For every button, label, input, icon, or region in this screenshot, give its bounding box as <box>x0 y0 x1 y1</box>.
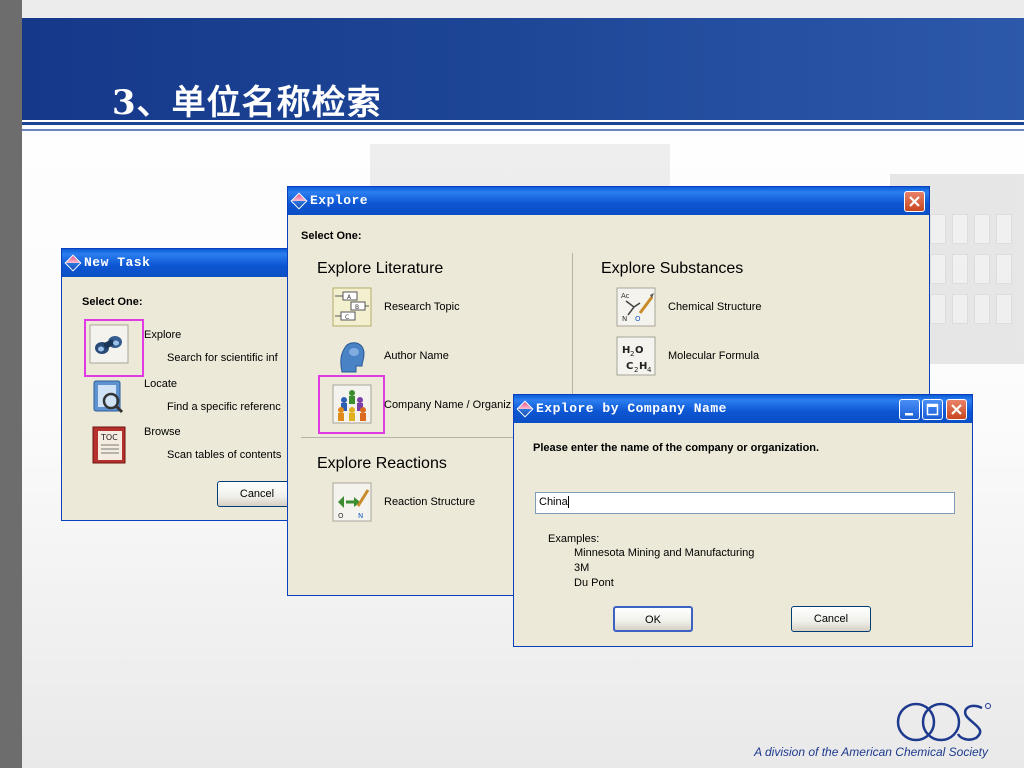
explore-highlight <box>84 319 144 377</box>
explore-description: Search for scientific inf <box>167 352 278 364</box>
new-task-window: New Task Select One: Explore Search for … <box>61 248 301 521</box>
new-task-select-label: Select One: <box>82 296 143 308</box>
minimize-button[interactable] <box>899 399 920 420</box>
toc-book-icon[interactable]: TOC <box>89 425 129 465</box>
reaction-structure-icon[interactable]: O N <box>332 482 372 522</box>
svg-text:Ac: Ac <box>621 292 630 300</box>
browse-label[interactable]: Browse <box>144 426 181 438</box>
research-topic-label[interactable]: Research Topic <box>384 301 460 313</box>
svg-text:N: N <box>358 512 363 520</box>
author-name-label[interactable]: Author Name <box>384 350 449 362</box>
header-rule-thin <box>22 129 1024 131</box>
close-button[interactable] <box>904 191 925 212</box>
company-dialog-prompt: Please enter the name of the company or … <box>533 442 820 454</box>
explore-literature-heading: Explore Literature <box>317 260 444 277</box>
slide-top-strip <box>22 0 1024 18</box>
explore-title: Explore <box>310 193 369 208</box>
svg-text:B: B <box>355 304 359 311</box>
cas-logo <box>896 700 996 749</box>
example-item: 3M <box>574 562 590 574</box>
company-name-highlight <box>318 375 385 434</box>
reaction-structure-label[interactable]: Reaction Structure <box>384 496 475 508</box>
chemical-structure-label[interactable]: Chemical Structure <box>668 301 762 313</box>
explore-label[interactable]: Explore <box>144 329 181 341</box>
example-item: Du Pont <box>574 577 614 589</box>
svg-text:C: C <box>626 361 633 372</box>
slide-left-bar <box>0 0 22 768</box>
svg-text:2: 2 <box>630 350 634 358</box>
chemical-structure-icon[interactable]: Ac N O <box>616 287 656 327</box>
explore-select-label: Select One: <box>301 230 362 242</box>
app-diamond-icon <box>290 192 308 210</box>
company-name-value: China <box>539 496 568 508</box>
company-dialog-title: Explore by Company Name <box>536 401 727 416</box>
explore-reactions-heading: Explore Reactions <box>317 455 447 472</box>
svg-text:O: O <box>338 512 344 520</box>
svg-text:2: 2 <box>634 366 638 374</box>
cancel-button[interactable]: Cancel <box>217 481 297 507</box>
company-name-label[interactable]: Company Name / Organiz <box>384 399 511 411</box>
ok-button[interactable]: OK <box>613 606 693 632</box>
slide-title: 3、单位名称检索 <box>112 83 382 123</box>
company-dialog-titlebar[interactable]: Explore by Company Name <box>514 395 972 423</box>
svg-text:N: N <box>622 315 627 323</box>
svg-text:C: C <box>345 314 349 321</box>
close-button[interactable] <box>946 399 967 420</box>
explore-titlebar[interactable]: Explore <box>288 187 929 215</box>
author-head-icon[interactable] <box>332 336 372 376</box>
app-diamond-icon <box>64 254 82 272</box>
new-task-title: New Task <box>84 255 151 270</box>
examples-label: Examples: <box>548 533 600 545</box>
browse-description: Scan tables of contents <box>167 449 282 461</box>
research-topic-icon[interactable]: A B C <box>332 287 372 327</box>
svg-text:O: O <box>635 345 644 356</box>
company-name-input[interactable]: China <box>535 492 955 514</box>
text-cursor <box>567 496 569 509</box>
footer-text: A division of the American Chemical Soci… <box>754 745 988 759</box>
svg-text:4: 4 <box>647 366 652 374</box>
molecular-formula-icon[interactable]: H 2 O C 2 H 4 <box>616 336 656 376</box>
explore-substances-heading: Explore Substances <box>601 260 744 277</box>
cancel-button[interactable]: Cancel <box>791 606 871 632</box>
app-diamond-icon <box>516 400 534 418</box>
molecular-formula-label[interactable]: Molecular Formula <box>668 350 759 362</box>
maximize-button[interactable] <box>922 399 943 420</box>
locate-description: Find a specific referenc <box>167 401 281 413</box>
new-task-titlebar[interactable]: New Task <box>62 249 300 277</box>
locate-label[interactable]: Locate <box>144 378 177 390</box>
locate-magnifier-icon[interactable] <box>89 377 129 417</box>
svg-text:TOC: TOC <box>100 433 118 442</box>
company-name-dialog: Explore by Company Name Please enter the… <box>513 394 973 647</box>
example-item: Minnesota Mining and Manufacturing <box>574 547 755 559</box>
svg-text:O: O <box>635 315 641 323</box>
